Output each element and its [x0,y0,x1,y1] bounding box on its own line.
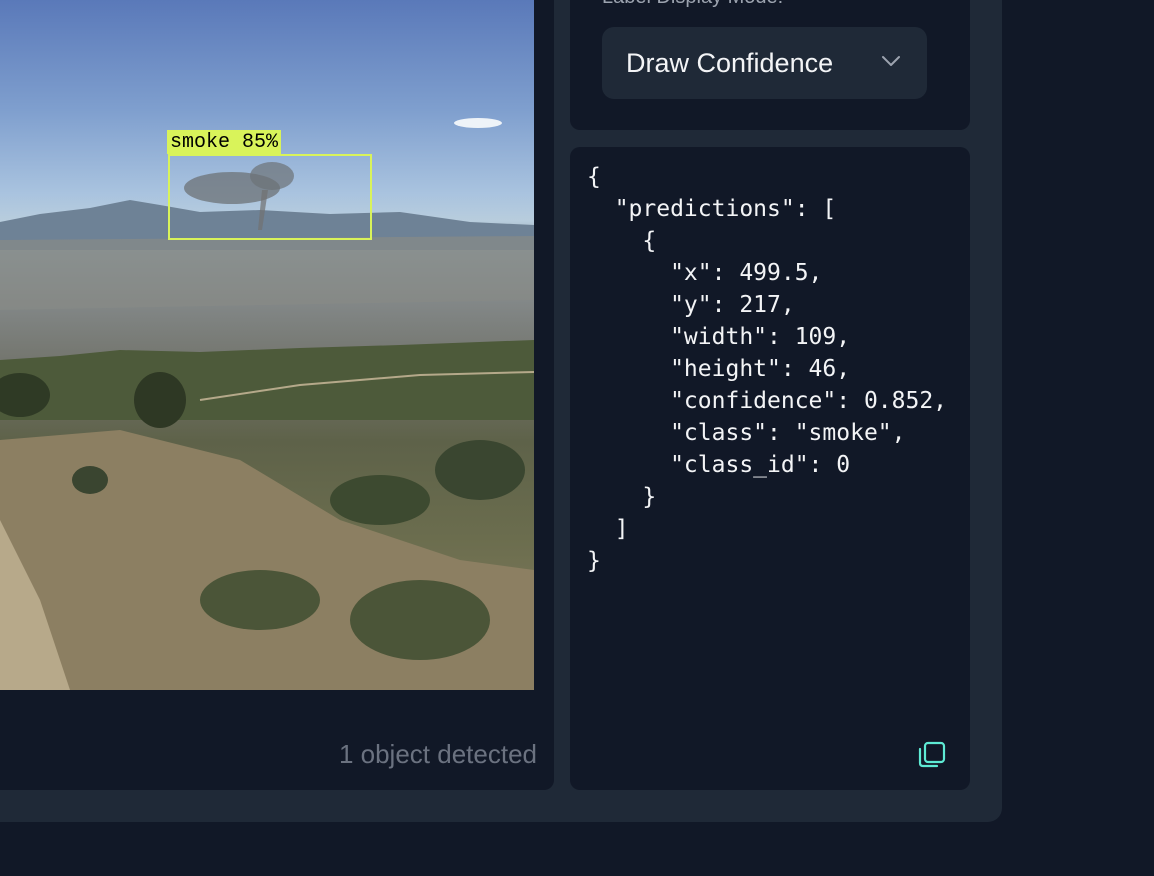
label-display-mode-label: Label Display Mode: [602,0,783,9]
detection-label: smoke 85% [167,130,282,154]
copy-button[interactable] [916,739,948,771]
json-output-card: { "predictions": [ { "x": 499.5, "y": 21… [570,147,970,790]
settings-card: Label Display Mode: Draw Confidence [570,0,970,130]
json-output: { "predictions": [ { "x": 499.5, "y": 21… [587,164,948,574]
detection-bounding-box [168,154,372,240]
landscape-illustration [0,118,534,690]
detection-summary: 1 object detected [338,739,537,769]
label-display-mode-select[interactable]: Draw Confidence [602,27,927,99]
copy-icon [918,741,946,768]
result-image: smoke 85% [0,0,534,690]
image-card: smoke 85% 1 object detected [0,0,554,790]
chevron-down-icon [882,56,900,66]
select-value: Draw Confidence [626,47,834,78]
